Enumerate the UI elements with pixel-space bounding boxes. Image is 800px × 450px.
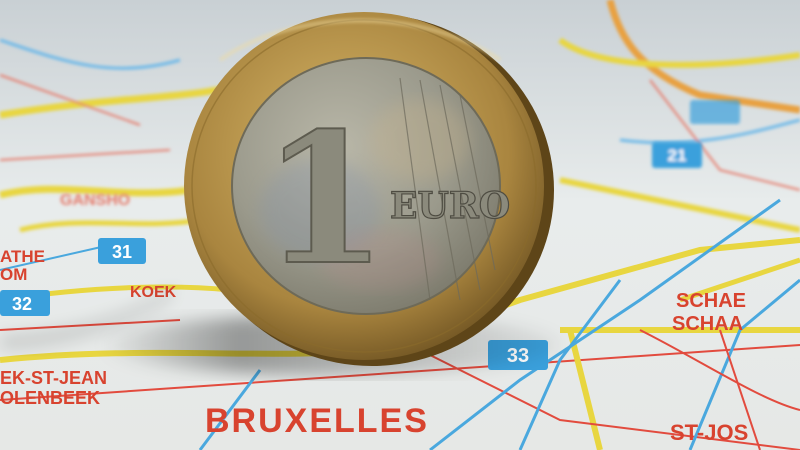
svg-text:31: 31 (112, 242, 132, 262)
label-schaa: SCHAA (672, 313, 743, 335)
photo-canvas: 31 32 33 21 GANSHO ATHE OM KOEK EK-ST-JE… (0, 0, 800, 450)
svg-text:32: 32 (12, 294, 32, 314)
label-molenbeek-2: OLENBEEK (0, 388, 100, 408)
label-gansho: GANSHO (60, 192, 130, 209)
route-badge-32: 32 (0, 290, 50, 316)
svg-text:21: 21 (668, 146, 687, 165)
label-schae: SCHAE (676, 290, 746, 312)
label-om: OM (0, 265, 27, 284)
label-athe: ATHE (0, 247, 45, 266)
label-st-jos: ST-JOS (670, 420, 748, 445)
coin-word: EURO (390, 185, 510, 227)
photo-scene: 31 32 33 21 GANSHO ATHE OM KOEK EK-ST-JE… (0, 0, 800, 450)
label-molenbeek-1: EK-ST-JEAN (0, 368, 107, 388)
route-badge-31: 31 (98, 238, 146, 264)
route-badge-21: 21 (652, 142, 702, 168)
label-bruxelles: BRUXELLES (205, 402, 429, 440)
coin-numeral: 1 (262, 94, 387, 305)
